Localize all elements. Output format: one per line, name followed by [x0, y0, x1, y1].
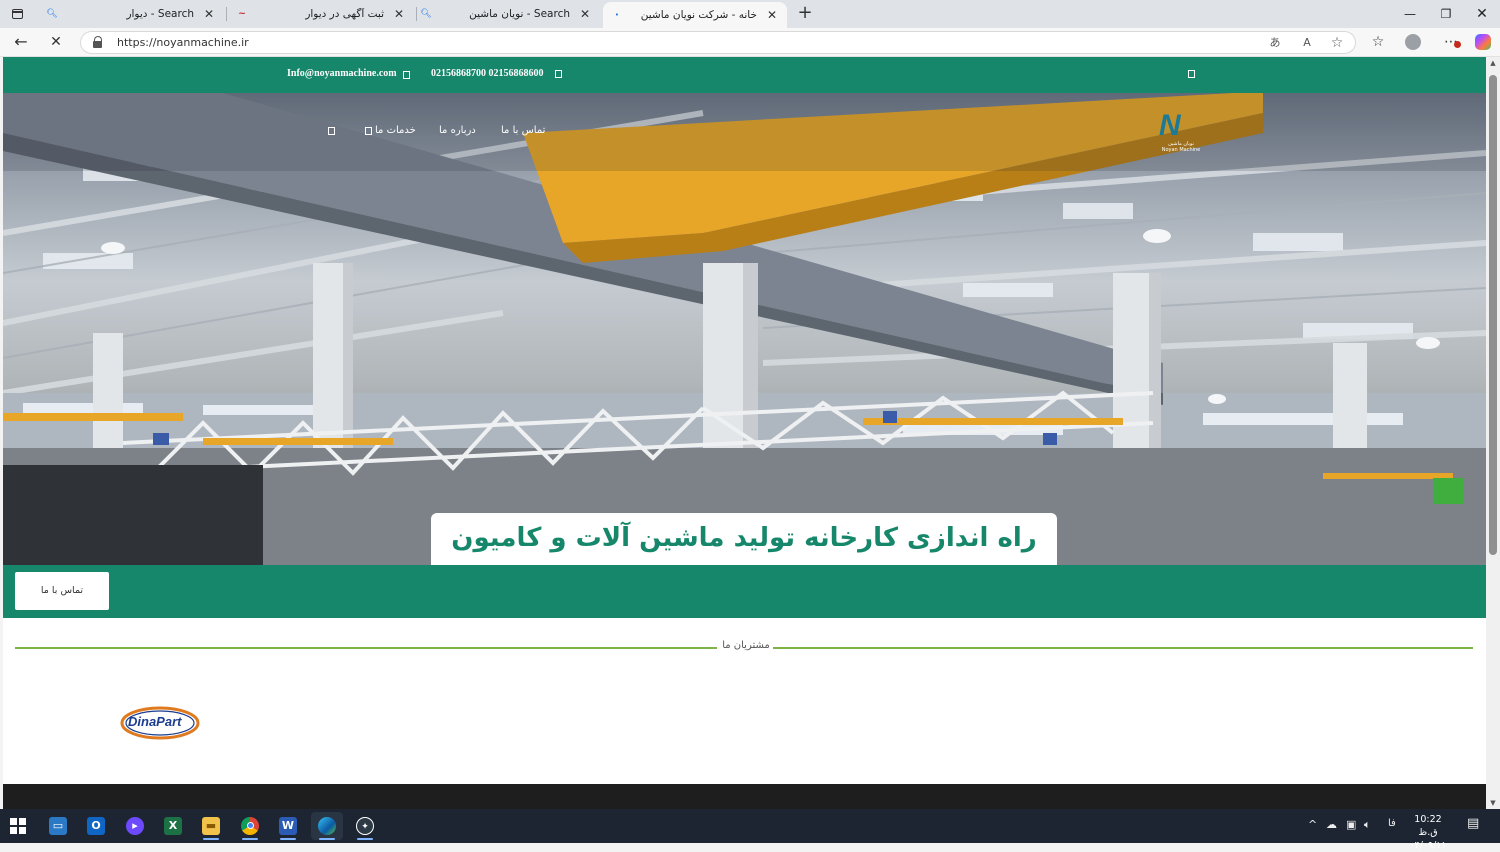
volume-icon[interactable]: 🔈︎	[1364, 818, 1371, 832]
logo-name-en: Noyan Machine	[1161, 147, 1201, 153]
loading-icon: •	[614, 11, 620, 19]
close-window-button[interactable]: ✕	[1465, 4, 1499, 24]
web-page: Info@noyanmachine.com 02156868700 021568…	[3, 57, 1486, 809]
restore-button[interactable]: ❐	[1429, 4, 1463, 24]
scrollbar-thumb[interactable]	[1489, 75, 1497, 555]
browser-toolbar: ← ✕ https://noyanmachine.ir あ A ☆ ☆ ⋯	[0, 28, 1500, 57]
tab-title: ثبت آگهی در دیوار	[305, 8, 384, 20]
show-hidden-icons[interactable]: ^	[1308, 818, 1317, 831]
outlook-app-icon[interactable]: O	[80, 812, 112, 840]
main-nav: تماس با ما درباره ما خدمات ما N نویان ما…	[3, 93, 1486, 171]
back-button[interactable]: ←	[10, 32, 32, 52]
favorites-icon[interactable]: ☆	[1367, 32, 1389, 52]
tab-divar-search[interactable]: 🔍︎ دیوار - Search ✕	[38, 2, 224, 26]
close-tab-icon[interactable]: ✕	[578, 7, 592, 21]
taskbar-clock[interactable]: 10:22 ق.ظ ۰۴/۰۹/۱۱	[1404, 813, 1452, 852]
search-icon: 🔍︎	[46, 9, 58, 19]
close-tab-icon[interactable]: ✕	[392, 7, 406, 21]
network-icon[interactable]: ▣	[1346, 818, 1356, 831]
lock-icon[interactable]	[93, 36, 103, 48]
language-indicator[interactable]: فا	[1388, 818, 1396, 829]
email-icon	[403, 71, 410, 79]
stop-loading-button[interactable]: ✕	[45, 32, 67, 52]
clock-time: 10:22 ق.ظ	[1414, 814, 1442, 838]
nav-about[interactable]: درباره ما	[439, 125, 476, 136]
tab-divar-post[interactable]: ~ ثبت آگهی در دیوار ✕	[228, 2, 414, 26]
tab-actions-icon[interactable]	[8, 5, 28, 23]
dinapart-logo[interactable]: DinaPart	[120, 706, 202, 740]
windows-taskbar: ▭ O ▸ X ▬ W ✦ ^ ☁ ▣ 🔈︎ فا 10:22 ق.ظ ۰۴/۰…	[0, 809, 1500, 851]
phone-link[interactable]: 02156868700 02156868600	[431, 68, 544, 79]
folder-app-icon[interactable]: ▬	[195, 812, 227, 840]
dinapart-logo-text: DinaPart	[128, 714, 182, 729]
translate-icon[interactable]: あ	[1265, 34, 1285, 52]
scroll-up-icon[interactable]: ▲	[1488, 59, 1498, 67]
more-menu-icon[interactable]: ⋯	[1440, 32, 1462, 52]
tab-title: دیوار - Search	[126, 8, 194, 20]
address-bar[interactable]: https://noyanmachine.ir あ A ☆	[80, 31, 1356, 54]
chrome-app-icon[interactable]	[234, 812, 266, 840]
chatgpt-app-icon[interactable]: ✦	[349, 812, 381, 840]
minimize-button[interactable]: —	[1393, 4, 1427, 24]
page-footer	[3, 784, 1486, 809]
hero-section: تماس با ما درباره ما خدمات ما N نویان ما…	[3, 93, 1486, 565]
favorite-star-icon[interactable]: ☆	[1327, 34, 1347, 52]
clients-section: مشتریان ما DinaPart	[3, 618, 1486, 784]
divider-right	[773, 647, 1473, 649]
tab-noyan-search[interactable]: 🔍︎ نویان ماشین - Search ✕	[412, 2, 600, 26]
url-text[interactable]: https://noyanmachine.ir	[117, 36, 249, 49]
site-logo[interactable]: N نویان ماشین Noyan Machine	[1159, 109, 1203, 154]
services-dropdown-icon[interactable]	[365, 127, 372, 135]
logo-mark: N	[1159, 109, 1181, 142]
onedrive-icon[interactable]: ☁	[1326, 818, 1337, 831]
nav-contact[interactable]: تماس با ما	[501, 125, 545, 136]
nav-services[interactable]: خدمات ما	[375, 125, 416, 136]
divider-left	[15, 647, 717, 649]
file-explorer-app-icon[interactable]: ▭	[42, 812, 74, 840]
copilot-icon[interactable]	[1472, 32, 1494, 52]
tab-separator	[226, 7, 227, 21]
windows-start-icon[interactable]	[2, 812, 34, 840]
page-scrollbar[interactable]: ▲ ▼	[1486, 57, 1500, 809]
edge-app-icon[interactable]	[311, 812, 343, 840]
word-app-icon[interactable]: W	[272, 812, 304, 840]
hero-headline-box: راه اندازی کارخانه تولید ماشین آلات و کا…	[431, 513, 1057, 565]
clients-title: مشتریان ما	[722, 640, 770, 651]
tab-title: نویان ماشین - Search	[469, 8, 570, 20]
divar-icon: ~	[238, 9, 246, 19]
excel-app-icon[interactable]: X	[157, 812, 189, 840]
email-link[interactable]: Info@noyanmachine.com	[287, 68, 397, 79]
contact-topbar: Info@noyanmachine.com 02156868700 021568…	[3, 57, 1486, 93]
notifications-icon[interactable]: ▤	[1467, 816, 1479, 831]
profile-avatar[interactable]	[1402, 32, 1424, 52]
contact-us-button[interactable]: تماس با ما	[15, 572, 109, 610]
read-aloud-icon[interactable]: A	[1297, 34, 1317, 52]
phone-icon	[555, 70, 562, 78]
clock-date: ۰۴/۰۹/۱۱	[1409, 840, 1447, 851]
search-icon: 🔍︎	[420, 9, 432, 19]
tab-title: خانه - شرکت نویان ماشین	[640, 9, 757, 21]
new-tab-button[interactable]: +	[794, 3, 816, 25]
close-tab-icon[interactable]: ✕	[202, 7, 216, 21]
cta-band: تماس با ما	[3, 565, 1486, 618]
tab-noyan-home[interactable]: • خانه - شرکت نویان ماشین ✕	[603, 2, 787, 28]
proton-vpn-app-icon[interactable]: ▸	[119, 812, 151, 840]
social-icon[interactable]	[1188, 70, 1195, 78]
close-tab-icon[interactable]: ✕	[765, 8, 779, 22]
hero-headline: راه اندازی کارخانه تولید ماشین آلات و کا…	[451, 523, 1037, 553]
search-icon[interactable]	[328, 127, 335, 135]
tab-strip: 🔍︎ دیوار - Search ✕ ~ ثبت آگهی در دیوار …	[0, 0, 1500, 28]
scroll-down-icon[interactable]: ▼	[1488, 799, 1498, 807]
